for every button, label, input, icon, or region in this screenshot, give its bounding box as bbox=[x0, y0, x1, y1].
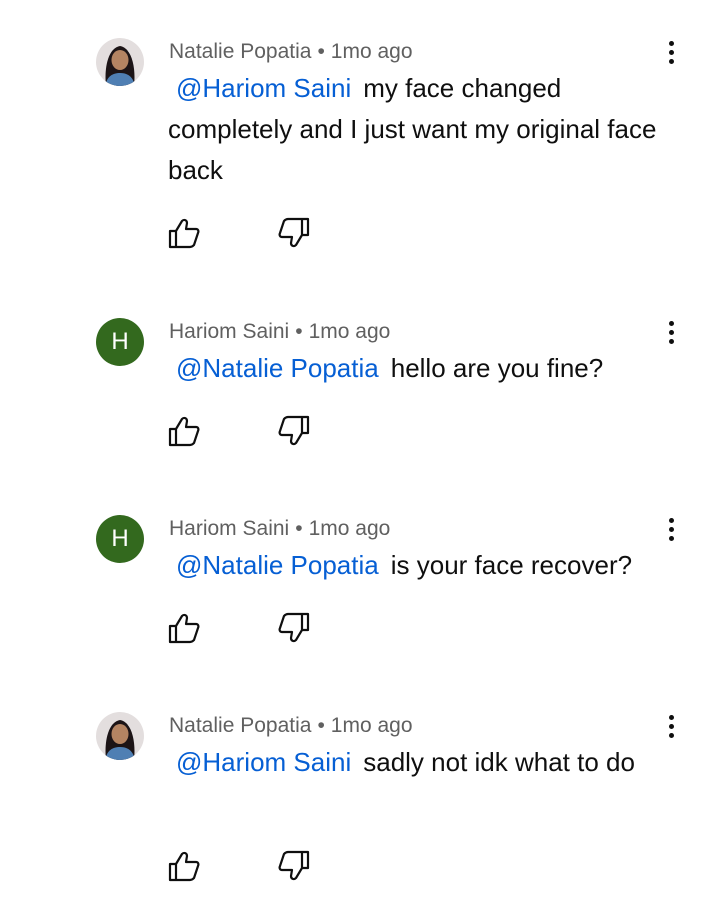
dislike-button[interactable] bbox=[276, 611, 312, 645]
comment-meta: Hariom Saini • 1mo ago bbox=[169, 517, 390, 541]
comment-time: 1mo ago bbox=[330, 40, 413, 63]
thumbs-up-icon bbox=[168, 416, 200, 447]
thumbs-down-icon bbox=[278, 415, 310, 446]
like-button[interactable] bbox=[166, 611, 202, 645]
like-button[interactable] bbox=[166, 849, 202, 883]
comment-actions bbox=[166, 849, 346, 885]
comment-meta: Natalie Popatia • 1mo ago bbox=[169, 714, 413, 738]
dislike-button[interactable] bbox=[276, 414, 312, 448]
avatar[interactable] bbox=[96, 38, 144, 86]
comment-body: hello are you fine? bbox=[390, 353, 604, 383]
meta-separator: • bbox=[295, 517, 303, 540]
like-button[interactable] bbox=[166, 216, 202, 250]
comment-time: 1mo ago bbox=[308, 320, 391, 343]
comment-meta: Natalie Popatia • 1mo ago bbox=[169, 40, 413, 64]
author-name[interactable]: Natalie Popatia bbox=[169, 40, 311, 63]
more-vertical-icon[interactable] bbox=[660, 517, 684, 549]
more-vertical-icon[interactable] bbox=[660, 714, 684, 746]
avatar[interactable] bbox=[96, 712, 144, 760]
mention-link[interactable]: @Hariom Saini bbox=[176, 73, 351, 103]
avatar-photo bbox=[96, 38, 144, 86]
meta-separator: • bbox=[317, 714, 325, 737]
more-vertical-icon[interactable] bbox=[660, 320, 684, 352]
meta-separator: • bbox=[317, 40, 325, 63]
author-name[interactable]: Natalie Popatia bbox=[169, 714, 311, 737]
thumbs-up-icon bbox=[168, 218, 200, 249]
thumbs-up-icon bbox=[168, 613, 200, 644]
more-vertical-icon[interactable] bbox=[660, 40, 684, 72]
author-name[interactable]: Hariom Saini bbox=[169, 320, 289, 343]
comment-actions bbox=[166, 216, 346, 252]
avatar[interactable]: H bbox=[96, 515, 144, 563]
thumbs-down-icon bbox=[278, 850, 310, 881]
avatar-photo bbox=[96, 712, 144, 760]
comment-body: is your face recover? bbox=[390, 550, 633, 580]
comment-actions bbox=[166, 414, 346, 450]
comment-text: @Natalie Popatia is your face recover? bbox=[168, 545, 658, 586]
thumbs-up-icon bbox=[168, 851, 200, 882]
comment-time: 1mo ago bbox=[308, 517, 391, 540]
dislike-button[interactable] bbox=[276, 216, 312, 250]
thumbs-down-icon bbox=[278, 217, 310, 248]
author-name[interactable]: Hariom Saini bbox=[169, 517, 289, 540]
like-button[interactable] bbox=[166, 414, 202, 448]
comment-actions bbox=[166, 611, 346, 647]
avatar[interactable]: H bbox=[96, 318, 144, 366]
comment-text: @Natalie Popatia hello are you fine? bbox=[168, 348, 658, 389]
meta-separator: • bbox=[295, 320, 303, 343]
comment-text: @Hariom Saini my face changed completely … bbox=[168, 68, 658, 191]
mention-link[interactable]: @Hariom Saini bbox=[176, 747, 351, 777]
mention-link[interactable]: @Natalie Popatia bbox=[176, 353, 379, 383]
comment-time: 1mo ago bbox=[330, 714, 413, 737]
comment-text: @Hariom Saini sadly not idk what to do bbox=[168, 742, 658, 783]
dislike-button[interactable] bbox=[276, 849, 312, 883]
comment-body: sadly not idk what to do bbox=[363, 747, 635, 777]
comment-meta: Hariom Saini • 1mo ago bbox=[169, 320, 390, 344]
mention-link[interactable]: @Natalie Popatia bbox=[176, 550, 379, 580]
thumbs-down-icon bbox=[278, 612, 310, 643]
